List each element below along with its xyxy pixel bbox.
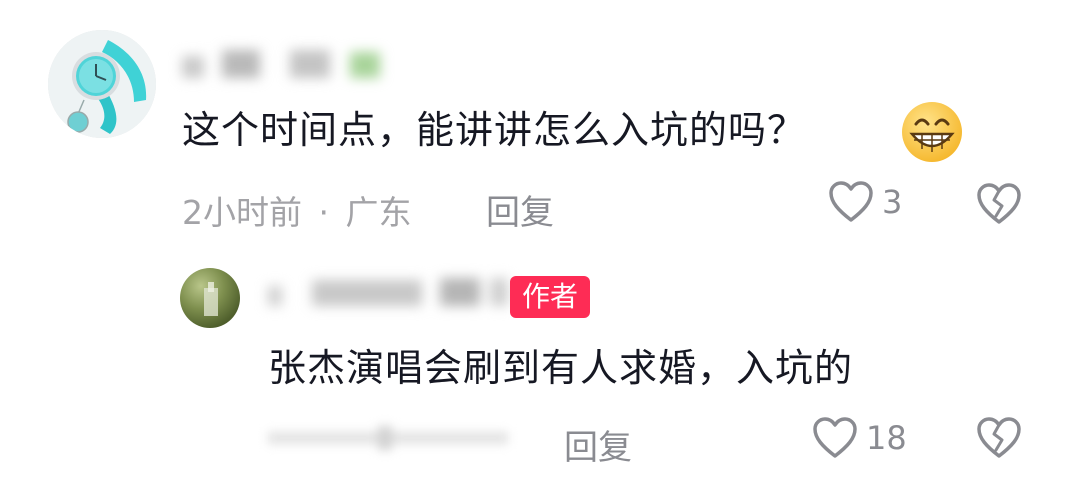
author-avatar-image bbox=[204, 282, 218, 316]
reply-meta-blurred bbox=[268, 422, 518, 454]
broken-heart-icon bbox=[977, 417, 1021, 458]
reply-dislike-button[interactable] bbox=[976, 416, 1022, 464]
author-avatar[interactable] bbox=[180, 268, 240, 328]
commenter-username[interactable] bbox=[182, 50, 380, 86]
comment-dislike-button[interactable] bbox=[976, 182, 1022, 230]
comment-meta: 2小时前 · 广东 bbox=[182, 186, 412, 234]
reply-text: 张杰演唱会刷到有人求婚，入坑的 bbox=[268, 346, 854, 390]
comment-time: 2小时前 bbox=[182, 193, 302, 232]
grin-emoji-icon bbox=[900, 100, 964, 164]
author-badge: 作者 bbox=[510, 276, 591, 318]
comment-like-button[interactable]: 3 bbox=[828, 180, 902, 224]
reply-reply-button[interactable]: 回复 bbox=[564, 420, 632, 469]
reply-like-count: 18 bbox=[866, 419, 907, 457]
comment-reply-button[interactable]: 回复 bbox=[486, 185, 554, 234]
meta-separator: · bbox=[318, 193, 330, 232]
commenter-avatar[interactable] bbox=[48, 30, 156, 138]
comment-text: 这个时间点，能讲讲怎么入坑的吗？ bbox=[182, 108, 807, 152]
reply-like-button[interactable]: 18 bbox=[812, 416, 907, 460]
broken-heart-icon bbox=[977, 183, 1021, 224]
author-username[interactable] bbox=[268, 278, 508, 314]
comment-location: 广东 bbox=[345, 193, 412, 232]
heart-outline-icon bbox=[829, 181, 873, 222]
comment-like-count: 3 bbox=[882, 183, 903, 221]
watch-avatar-image bbox=[48, 30, 156, 138]
heart-outline-icon bbox=[813, 417, 857, 458]
